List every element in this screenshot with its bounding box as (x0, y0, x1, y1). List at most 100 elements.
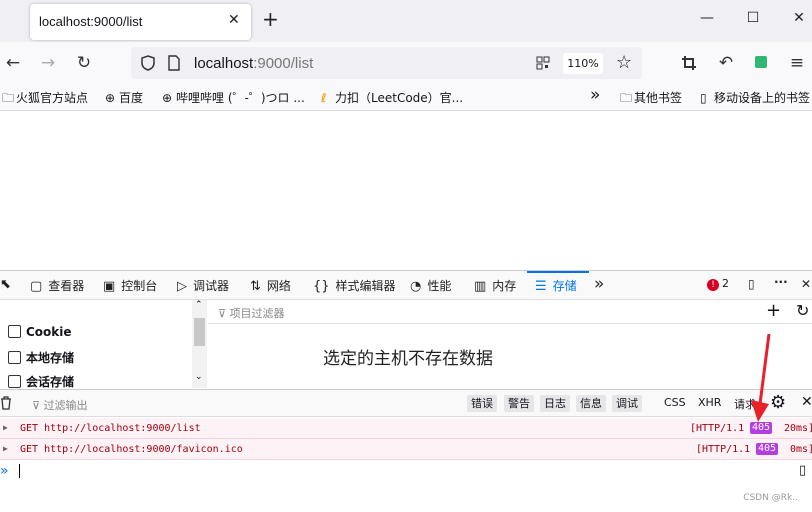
status-badge: 405 (756, 443, 779, 455)
tab-storage[interactable]: ☰ 存储 (535, 277, 577, 294)
storage-icon: ☰ (535, 279, 547, 294)
tab-console[interactable]: ▣ 控制台 (103, 277, 157, 294)
tab-inspector[interactable]: ▢ 查看器 (30, 277, 84, 294)
sidebar-item-session-storage[interactable]: 会话存储 (8, 373, 74, 390)
text-cursor (19, 464, 20, 478)
console-input[interactable]: » ▯ (0, 460, 812, 484)
more-tabs-icon[interactable]: » (594, 274, 604, 294)
log-protocol: [HTTP/1.1 (690, 423, 745, 434)
browser-window: localhost:9000/list ✕ + — ☐ ✕ ← → ↻ loca… (0, 0, 812, 512)
bookmark-item[interactable]: ⊕ 哔哩哔哩 (゜-゜)つロ ... (162, 89, 305, 106)
star-icon[interactable]: ☆ (616, 52, 632, 73)
log-message: GET http://localhost:9000/list (20, 423, 201, 434)
navigation-bar: ← → ↻ localhost:9000/list 110% ☆ ↶ ≡ (0, 42, 812, 84)
storage-filter-input[interactable]: ⊽ 项目过滤器 (218, 305, 285, 321)
console-close-icon[interactable]: ✕ (801, 394, 812, 410)
scrollbar-thumb[interactable] (194, 318, 205, 346)
tab-performance[interactable]: ◔ 性能 (410, 277, 451, 294)
gauge-icon: ◔ (410, 279, 422, 294)
bookmarks-bar: 🗀 火狐官方站点 ⊕ 百度 ⊕ 哔哩哔哩 (゜-゜)つロ ... ℓ 力扣（LeetCo… (0, 84, 812, 111)
level-warning-toggle[interactable]: 警告 (504, 395, 534, 412)
extension-icon[interactable] (755, 56, 767, 68)
globe-icon: ⊕ (105, 91, 116, 105)
sidebar-scrollbar[interactable]: ⌃ ⌄ (192, 300, 207, 388)
tab-title: localhost:9000/list (39, 14, 143, 29)
level-log-toggle[interactable]: 日志 (540, 395, 570, 412)
active-tab-indicator (527, 271, 589, 273)
log-message: GET http://localhost:9000/favicon.ico (20, 444, 243, 455)
expand-arrow-icon[interactable]: ▶ (3, 423, 8, 432)
globe-icon: ⊕ (162, 91, 173, 105)
storage-item-icon (8, 325, 21, 338)
browser-tab[interactable]: localhost:9000/list ✕ (30, 4, 251, 40)
trash-icon[interactable] (0, 396, 12, 410)
phone-icon: ▯ (700, 91, 707, 105)
editor-mode-icon[interactable]: ▯ (799, 463, 806, 478)
scroll-down-icon[interactable]: ⌄ (195, 372, 203, 382)
add-item-icon[interactable]: + (766, 300, 781, 321)
level-debug-toggle[interactable]: 调试 (612, 395, 642, 412)
storage-item-icon (8, 375, 21, 388)
minimize-button[interactable]: — (697, 10, 717, 26)
storage-panel: Cookie 本地存储 会话存储 ⌃ ⌄ ⊽ 项目过滤器 + ↻ 选定的主机不存… (0, 300, 812, 389)
more-bookmarks-button[interactable]: » (590, 85, 600, 105)
page-icon (168, 55, 180, 71)
sidebar-item-cookie[interactable]: Cookie (8, 325, 72, 339)
log-protocol: [HTTP/1.1 (696, 444, 751, 455)
mobile-bookmarks[interactable]: ▯ 移动设备上的书签 (700, 89, 810, 106)
url-text[interactable]: localhost:9000/list (194, 55, 313, 72)
tab-network[interactable]: ⇅ 网络 (250, 277, 291, 294)
storage-sidebar: Cookie 本地存储 会话存储 ⌃ ⌄ (0, 300, 207, 390)
type-css-toggle[interactable]: CSS (664, 396, 686, 409)
more-options-icon[interactable]: ··· (774, 275, 788, 289)
title-bar: localhost:9000/list ✕ + — ☐ ✕ (0, 0, 812, 42)
tab-memory[interactable]: ▥ 内存 (474, 277, 516, 294)
reload-icon[interactable]: ↻ (74, 53, 94, 73)
console-log-row[interactable]: ▶ GET http://localhost:9000/list [HTTP/1… (0, 418, 812, 439)
console-icon: ▣ (103, 279, 116, 294)
shield-icon[interactable] (140, 55, 156, 71)
folder-icon: 🗀 (2, 91, 15, 105)
menu-icon[interactable]: ≡ (787, 53, 807, 73)
devtools-close-icon[interactable]: ✕ (801, 277, 811, 291)
devtools-toolbar: ⬉ ▢ 查看器 ▣ 控制台 ▷ 调试器 ⇅ 网络 {} 样式编辑器 ◔ 性能 ▥ 内存 ☰ 存储… (0, 270, 812, 300)
forward-icon[interactable]: → (38, 53, 58, 73)
filter-icon: ⊽ (218, 307, 230, 320)
debugger-icon: ▷ (177, 279, 187, 294)
other-bookmarks[interactable]: 🗀 其他书签 (620, 89, 682, 110)
level-error-toggle[interactable]: 错误 (467, 395, 497, 412)
error-count-badge[interactable]: ! 2 (707, 277, 729, 291)
back-icon[interactable]: ← (3, 53, 23, 73)
bookmark-item[interactable]: 🗀 火狐官方站点 (2, 89, 88, 110)
maximize-button[interactable]: ☐ (743, 10, 763, 26)
bookmark-item[interactable]: ⊕ 百度 (105, 89, 143, 106)
sidebar-item-local-storage[interactable]: 本地存储 (8, 349, 74, 366)
annotation-arrow (751, 334, 771, 422)
new-tab-button[interactable]: + (262, 9, 279, 29)
close-icon[interactable]: ✕ (228, 12, 240, 28)
type-xhr-toggle[interactable]: XHR (698, 396, 721, 409)
zoom-level[interactable]: 110% (563, 53, 603, 74)
qr-code-icon[interactable] (536, 56, 550, 70)
expand-arrow-icon[interactable]: ▶ (3, 444, 8, 453)
console-filter-input[interactable]: ⊽ 过滤输出 (32, 397, 88, 413)
dock-icon[interactable]: ▯ (748, 277, 755, 291)
folder-icon: 🗀 (620, 91, 633, 105)
tab-style-editor[interactable]: {} 样式编辑器 (313, 277, 396, 294)
level-info-toggle[interactable]: 信息 (576, 395, 606, 412)
storage-item-icon (8, 351, 21, 364)
tab-debugger[interactable]: ▷ 调试器 (177, 277, 229, 294)
console-log-row[interactable]: ▶ GET http://localhost:9000/favicon.ico … (0, 439, 812, 460)
bookmark-item[interactable]: ℓ 力扣（LeetCode）官... (321, 89, 463, 106)
crop-icon[interactable] (681, 55, 697, 71)
window-close-button[interactable]: ✕ (789, 10, 809, 26)
network-icon: ⇅ (250, 279, 261, 294)
element-picker-icon[interactable]: ⬉ (0, 277, 17, 292)
scroll-up-icon[interactable]: ⌃ (195, 300, 203, 310)
console-toolbar: ⊽ 过滤输出 错误 警告 日志 信息 调试 CSS XHR 请求 ⚙ ✕ (0, 389, 812, 417)
braces-icon: {} (313, 279, 330, 294)
log-time: 0ms] (790, 444, 812, 455)
refresh-icon[interactable]: ↻ (796, 301, 809, 320)
url-bar[interactable]: localhost:9000/list 110% ☆ (131, 47, 642, 79)
undo-icon[interactable]: ↶ (716, 53, 736, 73)
